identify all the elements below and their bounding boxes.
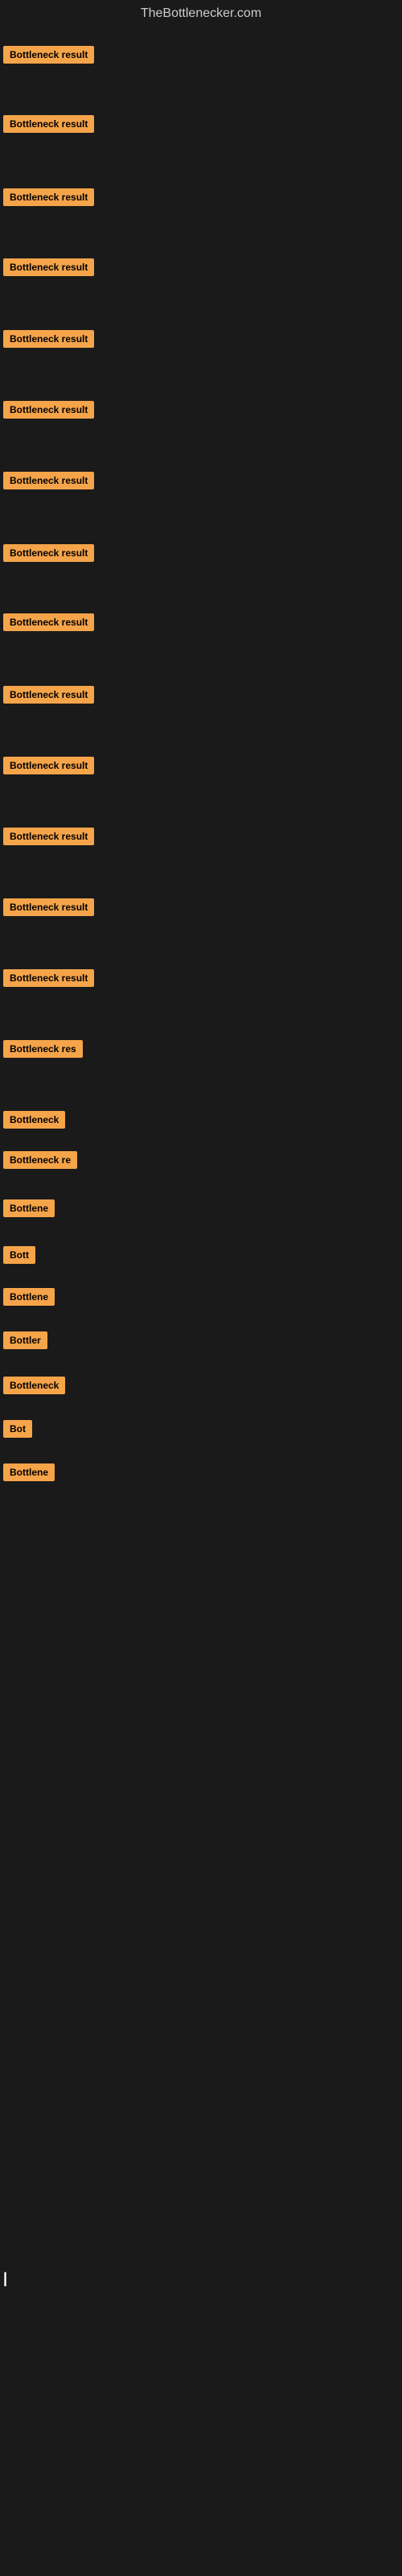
bottleneck-badge[interactable]: Bottleneck result — [3, 969, 94, 987]
bottleneck-badge[interactable]: Bottlene — [3, 1199, 55, 1217]
bottleneck-badge[interactable]: Bottleneck result — [3, 46, 94, 64]
list-item[interactable]: Bottleneck result — [3, 898, 94, 920]
list-item[interactable]: Bottler — [3, 1331, 47, 1353]
list-item[interactable]: Bottleneck result — [3, 401, 94, 423]
bottleneck-badge[interactable]: Bottleneck — [3, 1377, 65, 1394]
bottleneck-badge[interactable]: Bottlene — [3, 1463, 55, 1481]
list-item[interactable]: Bottlene — [3, 1288, 55, 1310]
bottleneck-badge[interactable]: Bottleneck result — [3, 828, 94, 845]
bottleneck-badge[interactable]: Bottleneck result — [3, 544, 94, 562]
bottleneck-badge[interactable]: Bottleneck result — [3, 115, 94, 133]
list-item[interactable]: Bottleneck result — [3, 757, 94, 778]
list-item[interactable]: Bottleneck result — [3, 969, 94, 991]
bottleneck-badge[interactable]: Bottleneck result — [3, 330, 94, 348]
bottleneck-badge[interactable]: Bott — [3, 1246, 35, 1264]
list-item[interactable]: Bottleneck result — [3, 188, 94, 210]
bottleneck-badge[interactable]: Bottleneck result — [3, 898, 94, 916]
list-item[interactable]: Bottleneck result — [3, 544, 94, 566]
list-item[interactable]: Bottleneck result — [3, 686, 94, 708]
list-item[interactable]: Bottleneck res — [3, 1040, 83, 1062]
bottleneck-badge[interactable]: Bottleneck result — [3, 188, 94, 206]
bottleneck-badge[interactable]: Bottleneck result — [3, 613, 94, 631]
bottleneck-badge[interactable]: Bottleneck — [3, 1111, 65, 1129]
bottleneck-badge[interactable]: Bottleneck result — [3, 686, 94, 704]
list-item[interactable]: Bottleneck result — [3, 613, 94, 635]
bottleneck-badge[interactable]: Bottleneck re — [3, 1151, 77, 1169]
bottleneck-badge[interactable]: Bot — [3, 1420, 32, 1438]
list-item[interactable]: Bottleneck result — [3, 472, 94, 493]
bottleneck-badge[interactable]: Bottleneck result — [3, 401, 94, 419]
list-item[interactable]: Bottlene — [3, 1199, 55, 1221]
list-item[interactable]: Bottleneck result — [3, 46, 94, 68]
bottleneck-badge[interactable]: Bottleneck result — [3, 258, 94, 276]
site-title: TheBottlenecker.com — [0, 0, 402, 24]
list-item[interactable]: Bottleneck — [3, 1377, 65, 1398]
page-wrapper: TheBottlenecker.com Bottleneck result Bot… — [0, 0, 402, 2576]
list-item[interactable]: Bottleneck result — [3, 330, 94, 352]
list-item[interactable]: Bottlene — [3, 1463, 55, 1485]
list-item[interactable]: Bottleneck re — [3, 1151, 77, 1173]
bottleneck-badge[interactable]: Bottleneck res — [3, 1040, 83, 1058]
cursor-indicator: | — [3, 2270, 7, 2287]
list-item[interactable]: Bottleneck result — [3, 828, 94, 849]
list-item[interactable]: Bot — [3, 1420, 32, 1442]
list-item[interactable]: Bottleneck result — [3, 115, 94, 137]
bottleneck-badge[interactable]: Bottlene — [3, 1288, 55, 1306]
list-item[interactable]: Bottleneck — [3, 1111, 65, 1133]
bottleneck-badge[interactable]: Bottler — [3, 1331, 47, 1349]
list-item[interactable]: Bottleneck result — [3, 258, 94, 280]
bottleneck-badge[interactable]: Bottleneck result — [3, 472, 94, 489]
list-item[interactable]: Bott — [3, 1246, 35, 1268]
bottleneck-badge[interactable]: Bottleneck result — [3, 757, 94, 774]
